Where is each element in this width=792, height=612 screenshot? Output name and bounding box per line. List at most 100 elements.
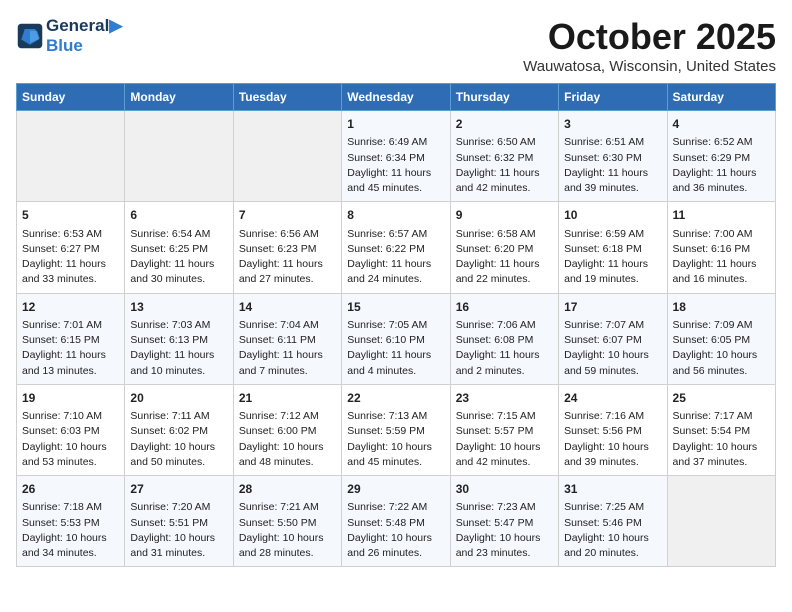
weekday-header-sunday: Sunday bbox=[17, 84, 125, 111]
day-number: 8 bbox=[347, 207, 444, 224]
day-info: Sunrise: 7:23 AMSunset: 5:47 PMDaylight:… bbox=[456, 500, 553, 561]
day-cell-27: 27Sunrise: 7:20 AMSunset: 5:51 PMDayligh… bbox=[125, 476, 233, 567]
weekday-header-thursday: Thursday bbox=[450, 84, 558, 111]
day-cell-26: 26 Sunrise: 7:18 AMSunset: 5:53 PMDayligh… bbox=[17, 476, 125, 567]
day-number: 4 bbox=[673, 116, 770, 133]
day-cell-4: 4 Sunrise: 6:52 AMSunset: 6:29 PMDaylight… bbox=[667, 111, 775, 202]
day-info: Sunrise: 7:11 AMSunset: 6:02 PMDaylight:… bbox=[130, 409, 227, 470]
day-number: 9 bbox=[456, 207, 553, 224]
day-info: Sunrise: 6:53 AMSunset: 6:27 PMDaylight:… bbox=[22, 227, 119, 288]
day-info: Sunrise: 6:50 AMSunset: 6:32 PMDaylight:… bbox=[456, 135, 553, 196]
day-cell-6: 6Sunrise: 6:54 AMSunset: 6:25 PMDaylight… bbox=[125, 202, 233, 293]
day-info: Sunrise: 7:18 AMSunset: 5:53 PMDaylight:… bbox=[22, 500, 119, 561]
day-info: Sunrise: 7:00 AMSunset: 6:16 PMDaylight:… bbox=[673, 227, 770, 288]
day-info: Sunrise: 6:54 AMSunset: 6:25 PMDaylight:… bbox=[130, 227, 227, 288]
location: Wauwatosa, Wisconsin, United States bbox=[523, 58, 776, 75]
day-info: Sunrise: 7:22 AMSunset: 5:48 PMDaylight:… bbox=[347, 500, 444, 561]
day-info: Sunrise: 7:01 AMSunset: 6:15 PMDaylight:… bbox=[22, 318, 119, 379]
day-number: 18 bbox=[673, 299, 770, 316]
day-info: Sunrise: 7:25 AMSunset: 5:46 PMDaylight:… bbox=[564, 500, 661, 561]
day-info: Sunrise: 7:15 AMSunset: 5:57 PMDaylight:… bbox=[456, 409, 553, 470]
day-number: 10 bbox=[564, 207, 661, 224]
day-cell-2: 2 Sunrise: 6:50 AMSunset: 6:32 PMDaylight… bbox=[450, 111, 558, 202]
empty-cell bbox=[233, 111, 341, 202]
day-cell-14: 14Sunrise: 7:04 AMSunset: 6:11 PMDayligh… bbox=[233, 293, 341, 384]
empty-cell bbox=[667, 476, 775, 567]
day-cell-20: 20Sunrise: 7:11 AMSunset: 6:02 PMDayligh… bbox=[125, 384, 233, 475]
day-number: 17 bbox=[564, 299, 661, 316]
day-info: Sunrise: 7:21 AMSunset: 5:50 PMDaylight:… bbox=[239, 500, 336, 561]
day-info: Sunrise: 7:13 AMSunset: 5:59 PMDaylight:… bbox=[347, 409, 444, 470]
weekday-header-tuesday: Tuesday bbox=[233, 84, 341, 111]
day-info: Sunrise: 7:04 AMSunset: 6:11 PMDaylight:… bbox=[239, 318, 336, 379]
day-number: 31 bbox=[564, 481, 661, 498]
day-info: Sunrise: 7:10 AMSunset: 6:03 PMDaylight:… bbox=[22, 409, 119, 470]
week-row-2: 5 Sunrise: 6:53 AMSunset: 6:27 PMDaylight… bbox=[17, 202, 776, 293]
day-cell-5: 5 Sunrise: 6:53 AMSunset: 6:27 PMDaylight… bbox=[17, 202, 125, 293]
title-block: October 2025 Wauwatosa, Wisconsin, Unite… bbox=[523, 16, 776, 75]
week-row-1: 1 Sunrise: 6:49 AMSunset: 6:34 PMDaylight… bbox=[17, 111, 776, 202]
day-number: 29 bbox=[347, 481, 444, 498]
day-number: 19 bbox=[22, 390, 119, 407]
day-number: 21 bbox=[239, 390, 336, 407]
day-cell-12: 12Sunrise: 7:01 AMSunset: 6:15 PMDayligh… bbox=[17, 293, 125, 384]
day-cell-15: 15Sunrise: 7:05 AMSunset: 6:10 PMDayligh… bbox=[342, 293, 450, 384]
day-cell-18: 18Sunrise: 7:09 AMSunset: 6:05 PMDayligh… bbox=[667, 293, 775, 384]
day-cell-21: 21 Sunrise: 7:12 AMSunset: 6:00 PMDayligh… bbox=[233, 384, 341, 475]
day-number: 26 bbox=[22, 481, 119, 498]
page-header: General▶ Blue October 2025 Wauwatosa, Wi… bbox=[16, 16, 776, 75]
day-info: Sunrise: 7:16 AMSunset: 5:56 PMDaylight:… bbox=[564, 409, 661, 470]
day-cell-13: 13Sunrise: 7:03 AMSunset: 6:13 PMDayligh… bbox=[125, 293, 233, 384]
day-number: 2 bbox=[456, 116, 553, 133]
day-info: Sunrise: 7:17 AMSunset: 5:54 PMDaylight:… bbox=[673, 409, 770, 470]
day-cell-22: 22 Sunrise: 7:13 AMSunset: 5:59 PMDayligh… bbox=[342, 384, 450, 475]
day-number: 15 bbox=[347, 299, 444, 316]
month-title: October 2025 bbox=[523, 16, 776, 58]
day-info: Sunrise: 7:20 AMSunset: 5:51 PMDaylight:… bbox=[130, 500, 227, 561]
weekday-header-friday: Friday bbox=[559, 84, 667, 111]
day-info: Sunrise: 7:06 AMSunset: 6:08 PMDaylight:… bbox=[456, 318, 553, 379]
day-info: Sunrise: 6:52 AMSunset: 6:29 PMDaylight:… bbox=[673, 135, 770, 196]
day-cell-3: 3Sunrise: 6:51 AMSunset: 6:30 PMDaylight… bbox=[559, 111, 667, 202]
day-info: Sunrise: 6:57 AMSunset: 6:22 PMDaylight:… bbox=[347, 227, 444, 288]
day-cell-31: 31 Sunrise: 7:25 AMSunset: 5:46 PMDayligh… bbox=[559, 476, 667, 567]
logo: General▶ Blue bbox=[16, 16, 122, 55]
day-number: 23 bbox=[456, 390, 553, 407]
day-info: Sunrise: 6:59 AMSunset: 6:18 PMDaylight:… bbox=[564, 227, 661, 288]
day-number: 25 bbox=[673, 390, 770, 407]
day-info: Sunrise: 7:12 AMSunset: 6:00 PMDaylight:… bbox=[239, 409, 336, 470]
day-number: 24 bbox=[564, 390, 661, 407]
day-cell-25: 25 Sunrise: 7:17 AMSunset: 5:54 PMDayligh… bbox=[667, 384, 775, 475]
logo-icon bbox=[16, 22, 44, 50]
day-cell-1: 1 Sunrise: 6:49 AMSunset: 6:34 PMDaylight… bbox=[342, 111, 450, 202]
day-cell-19: 19 Sunrise: 7:10 AMSunset: 6:03 PMDayligh… bbox=[17, 384, 125, 475]
day-cell-29: 29 Sunrise: 7:22 AMSunset: 5:48 PMDayligh… bbox=[342, 476, 450, 567]
day-number: 22 bbox=[347, 390, 444, 407]
day-info: Sunrise: 7:07 AMSunset: 6:07 PMDaylight:… bbox=[564, 318, 661, 379]
day-cell-9: 9Sunrise: 6:58 AMSunset: 6:20 PMDaylight… bbox=[450, 202, 558, 293]
calendar-table: SundayMondayTuesdayWednesdayThursdayFrid… bbox=[16, 83, 776, 567]
day-cell-7: 7Sunrise: 6:56 AMSunset: 6:23 PMDaylight… bbox=[233, 202, 341, 293]
day-cell-8: 8 Sunrise: 6:57 AMSunset: 6:22 PMDaylight… bbox=[342, 202, 450, 293]
day-number: 11 bbox=[673, 207, 770, 224]
day-cell-10: 10 Sunrise: 6:59 AMSunset: 6:18 PMDayligh… bbox=[559, 202, 667, 293]
day-cell-28: 28 Sunrise: 7:21 AMSunset: 5:50 PMDayligh… bbox=[233, 476, 341, 567]
day-cell-16: 16 Sunrise: 7:06 AMSunset: 6:08 PMDayligh… bbox=[450, 293, 558, 384]
day-number: 28 bbox=[239, 481, 336, 498]
week-row-5: 26 Sunrise: 7:18 AMSunset: 5:53 PMDayligh… bbox=[17, 476, 776, 567]
logo-text: General▶ Blue bbox=[46, 16, 122, 55]
week-row-4: 19 Sunrise: 7:10 AMSunset: 6:03 PMDayligh… bbox=[17, 384, 776, 475]
day-number: 5 bbox=[22, 207, 119, 224]
day-cell-30: 30 Sunrise: 7:23 AMSunset: 5:47 PMDayligh… bbox=[450, 476, 558, 567]
day-number: 13 bbox=[130, 299, 227, 316]
weekday-header-saturday: Saturday bbox=[667, 84, 775, 111]
empty-cell bbox=[125, 111, 233, 202]
day-number: 1 bbox=[347, 116, 444, 133]
day-info: Sunrise: 6:49 AMSunset: 6:34 PMDaylight:… bbox=[347, 135, 444, 196]
day-number: 30 bbox=[456, 481, 553, 498]
weekday-header-monday: Monday bbox=[125, 84, 233, 111]
weekday-header-wednesday: Wednesday bbox=[342, 84, 450, 111]
day-number: 16 bbox=[456, 299, 553, 316]
day-number: 7 bbox=[239, 207, 336, 224]
day-cell-24: 24 Sunrise: 7:16 AMSunset: 5:56 PMDayligh… bbox=[559, 384, 667, 475]
